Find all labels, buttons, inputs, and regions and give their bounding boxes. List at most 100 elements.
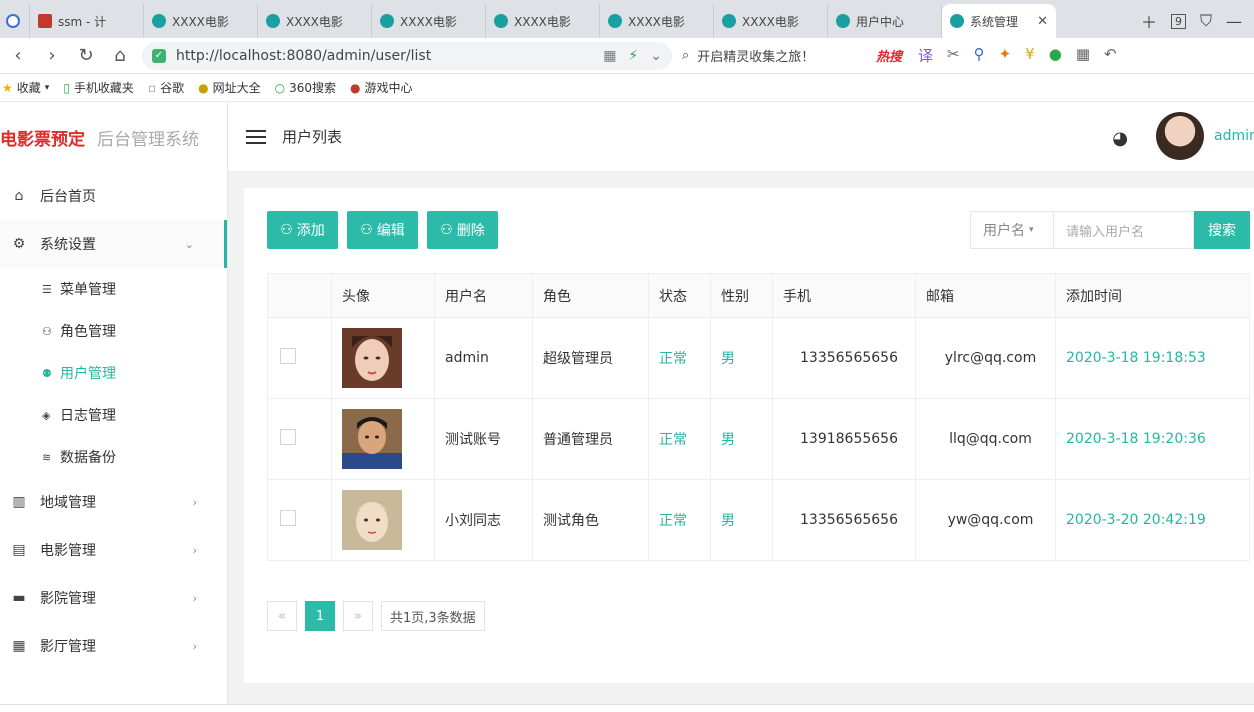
avatar[interactable]: [1156, 112, 1204, 160]
bookmark-item[interactable]: ○ 360搜索: [275, 79, 336, 96]
bookmark-item[interactable]: ★ 收藏 ▾: [2, 79, 49, 96]
360-icon: ○: [274, 80, 286, 95]
column-header: 角色: [532, 273, 649, 318]
cell-status: 正常: [648, 479, 711, 561]
window-controls: ＋ 9 ⛉ —: [1141, 4, 1254, 38]
new-tab-icon[interactable]: ＋: [1141, 9, 1157, 33]
globe-icon: ●: [198, 80, 209, 95]
search-button[interactable]: 搜索: [1194, 211, 1250, 249]
search-text: 开启精灵收集之旅！: [697, 50, 815, 65]
qr-icon[interactable]: ▦: [603, 48, 616, 64]
scissors-icon[interactable]: ✂: [947, 45, 960, 66]
browser-tab[interactable]: 用户中心: [828, 4, 942, 38]
tab-favicon-icon: [266, 14, 280, 28]
lightning-icon[interactable]: ⚡: [628, 48, 638, 64]
forward-icon[interactable]: ›: [40, 45, 64, 66]
header-username[interactable]: admin: [1214, 128, 1254, 144]
bookmark-item[interactable]: ▯ 手机收藏夹: [63, 79, 134, 96]
address-bar[interactable]: ✓ http://localhost:8080/admin/user/list …: [142, 41, 672, 70]
row-checkbox[interactable]: [280, 348, 296, 364]
edit-button[interactable]: ⚇ 编辑: [347, 211, 418, 249]
table-row[interactable]: 测试账号 普通管理员 正常 男 13918655656 llq@qq.com 2…: [267, 398, 1250, 480]
next-page-button[interactable]: »: [343, 601, 373, 631]
sidebar: 电影票预定 后台管理系统 ⌂ 后台首页 ⚙ 系统设置 ⌄ ☰ 菜单管理 ⚇ 角色管理 ⚉ 用…: [0, 102, 228, 712]
column-header: 添加时间: [1055, 273, 1250, 318]
row-checkbox[interactable]: [280, 429, 296, 445]
row-checkbox[interactable]: [280, 510, 296, 526]
cell-phone: 13918655656: [772, 398, 916, 480]
green-circle-icon[interactable]: ●: [1049, 45, 1062, 66]
browser-tab[interactable]: XXXX电影: [714, 4, 828, 38]
tab-favicon-icon: [950, 14, 964, 28]
browser-search[interactable]: ⌕ 开启精灵收集之旅！ 热搜: [682, 42, 902, 70]
browser-tab[interactable]: ssm - 计: [30, 4, 144, 38]
tab-favicon-icon: [608, 14, 622, 28]
table-row[interactable]: admin 超级管理员 正常 男 13356565656 ylrc@qq.com…: [267, 317, 1250, 399]
bookmark-item[interactable]: ● 网址大全: [198, 79, 261, 96]
sidebar-item-cinema[interactable]: ▬ 影院管理 ›: [0, 574, 227, 622]
sidebar-subitem-log[interactable]: ◈ 日志管理: [0, 394, 227, 436]
sidebar-item-movie[interactable]: ▤ 电影管理 ›: [0, 526, 227, 574]
select-all-header[interactable]: [267, 273, 332, 318]
translate-icon[interactable]: 译: [918, 45, 933, 66]
search-field-select[interactable]: 用户名 ▾: [970, 211, 1054, 249]
browser-tab[interactable]: XXXX电影: [258, 4, 372, 38]
magnifier-icon[interactable]: ⚲: [974, 45, 985, 66]
sidebar-subitem-user[interactable]: ⚉ 用户管理: [0, 352, 227, 394]
minimize-icon[interactable]: —: [1226, 12, 1242, 31]
bookmark-item[interactable]: ● 游戏中心: [350, 79, 413, 96]
tab-favicon-icon: [38, 14, 52, 28]
apps-grid-icon[interactable]: ▦: [1076, 45, 1090, 66]
sidebar-item-settings[interactable]: ⚙ 系统设置 ⌄: [0, 220, 227, 268]
page-info: 共1页,3条数据: [381, 601, 485, 631]
chevron-down-icon: ▾: [44, 82, 50, 93]
sidebar-subitem-backup[interactable]: ≋ 数据备份: [0, 436, 227, 478]
browser-tab-active[interactable]: 系统管理 ✕: [942, 4, 1056, 38]
shirt-icon[interactable]: ⛉: [1200, 11, 1212, 31]
browser-tab[interactable]: XXXX电影: [486, 4, 600, 38]
browser-tab[interactable]: XXXX电影: [144, 4, 258, 38]
brand-subtitle: 后台管理系统: [97, 129, 199, 150]
tab-count-badge[interactable]: 9: [1170, 13, 1186, 29]
menu-toggle-icon[interactable]: [246, 126, 266, 148]
add-button[interactable]: ⚇ 添加: [267, 211, 338, 249]
refresh-icon[interactable]: ↻: [74, 45, 98, 66]
home-icon[interactable]: ⌂: [108, 45, 132, 66]
prev-page-button[interactable]: «: [267, 601, 297, 631]
close-tab-icon[interactable]: ✕: [1037, 14, 1048, 29]
browser-tab[interactable]: XXXX电影: [372, 4, 486, 38]
tab-favicon-icon: [836, 14, 850, 28]
chevron-down-icon[interactable]: ⌄: [650, 48, 662, 64]
search-input[interactable]: 请输入用户名: [1054, 211, 1194, 249]
cell-created: 2020-3-18 19:18:53: [1055, 317, 1250, 399]
cell-username: 测试账号: [434, 398, 533, 480]
extension-icons: 译 ✂ ⚲ ✦ ¥ ● ▦ ↶: [918, 45, 1117, 66]
building-icon: ▦: [12, 638, 26, 654]
sidebar-item-home[interactable]: ⌂ 后台首页: [0, 172, 227, 220]
bookmark-item[interactable]: ▫ 谷歌: [148, 79, 184, 96]
page-button-current[interactable]: 1: [305, 601, 335, 631]
user-gear-icon: ⚇: [42, 324, 52, 338]
cell-email: yw@qq.com: [915, 479, 1056, 561]
film-icon: ▤: [12, 542, 26, 558]
sidebar-subitem-menu[interactable]: ☰ 菜单管理: [0, 268, 227, 310]
sidebar-item-hall[interactable]: ▦ 影厅管理 ›: [0, 622, 227, 670]
sidebar-item-region[interactable]: ▥ 地域管理 ›: [0, 478, 227, 526]
coin-icon[interactable]: ¥: [1025, 45, 1035, 66]
palette-icon[interactable]: ◕: [1112, 128, 1128, 149]
browser-status-bar: [0, 704, 1254, 712]
undo-icon[interactable]: ↶: [1104, 45, 1117, 66]
hot-search-label[interactable]: 热搜: [876, 46, 902, 65]
table-row[interactable]: 小刘同志 测试角色 正常 男 13356565656 yw@qq.com 202…: [267, 479, 1250, 561]
browser-tab[interactable]: XXXX电影: [600, 4, 714, 38]
gear-icon: ⚙: [12, 236, 26, 252]
game-center-icon: ●: [349, 80, 361, 95]
sidebar-subitem-role[interactable]: ⚇ 角色管理: [0, 310, 227, 352]
game-icon[interactable]: ✦: [999, 45, 1012, 66]
delete-button[interactable]: ⚇ 删除: [427, 211, 498, 249]
browser-nav-icon[interactable]: [0, 4, 30, 38]
back-icon[interactable]: ‹: [6, 45, 30, 66]
map-icon: ▥: [12, 494, 26, 510]
cell-role: 测试角色: [532, 479, 649, 561]
list-icon: ☰: [42, 282, 52, 296]
